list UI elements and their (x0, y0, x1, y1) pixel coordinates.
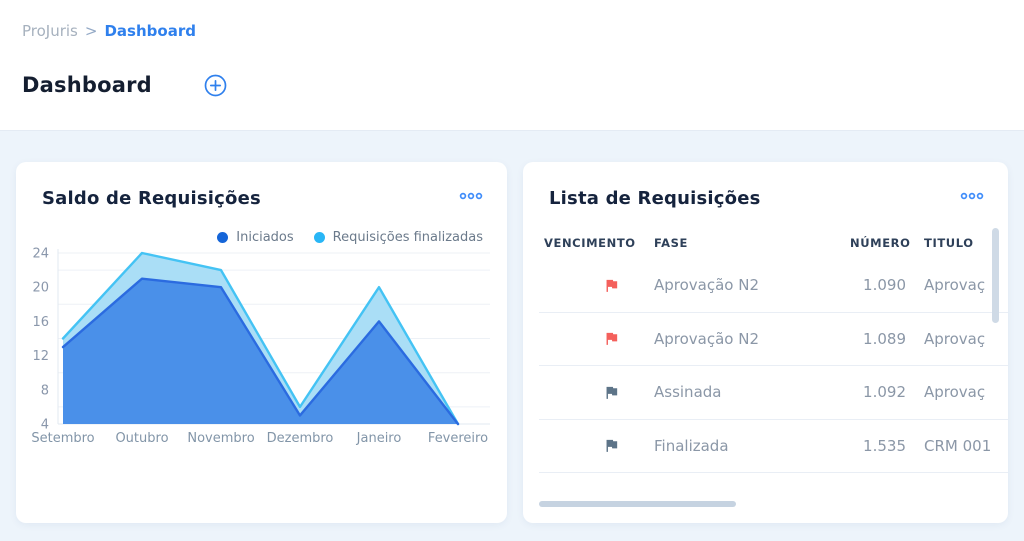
cell-titulo: Aprovaç (924, 329, 986, 348)
cell-titulo: CRM 001 (924, 436, 992, 455)
x-tick-label: Janeiro (356, 431, 402, 446)
page-header: ProJuris > Dashboard Dashboard (0, 0, 1024, 131)
y-tick-label: 24 (32, 247, 49, 262)
breadcrumb-separator-icon: > (84, 22, 98, 40)
cell-fase: Aprovação N2 (654, 329, 760, 348)
table-row[interactable]: Finalizada 1.535 CRM 001 (539, 420, 1008, 473)
breadcrumb-root[interactable]: ProJuris (22, 22, 78, 40)
legend-item[interactable]: Requisições finalizadas (313, 230, 483, 245)
breadcrumb-current[interactable]: Dashboard (104, 22, 195, 40)
flag-icon (603, 384, 620, 401)
x-tick-label: Setembro (31, 431, 94, 446)
chart-card-menu-button[interactable] (457, 188, 485, 204)
table-card-menu-button[interactable] (958, 188, 986, 204)
cell-titulo: Aprovaç (924, 383, 986, 402)
vertical-scrollbar[interactable] (992, 228, 999, 323)
plus-circle-icon (204, 74, 227, 100)
cell-vencimento (544, 277, 654, 294)
y-tick-label: 12 (32, 349, 49, 364)
flag-icon (603, 330, 620, 347)
table-body: Aprovação N2 1.090 Aprovaç Aprovação N2 1.08… (523, 259, 1008, 473)
requests-area-chart: 2420161284Setembro Outubro Novembro Dezembr… (31, 247, 490, 446)
cell-numero: 1.090 (863, 276, 906, 295)
cell-numero: 1.092 (863, 383, 906, 402)
table-row[interactable]: Aprovação N2 1.090 Aprovaç (539, 259, 1008, 313)
x-tick-label: Novembro (187, 431, 254, 446)
x-tick-label: Fevereiro (428, 431, 488, 446)
kebab-menu-icon (960, 188, 984, 203)
table-card: Lista de Requisições VENCIMENTO FASE NÚM… (523, 162, 1008, 523)
kebab-menu-icon (459, 188, 483, 203)
cell-numero: 1.089 (863, 329, 906, 348)
table-row[interactable]: Aprovação N2 1.089 Aprovaç (539, 313, 1008, 366)
chart-card-title: Saldo de Requisições (42, 188, 261, 209)
cell-vencimento (544, 384, 654, 401)
add-dashboard-button[interactable] (204, 74, 227, 97)
x-tick-label: Dezembro (267, 431, 334, 446)
legend-dot-icon (217, 232, 229, 243)
title-row: Dashboard (22, 73, 1024, 97)
flag-icon (603, 437, 620, 454)
table-header-row: VENCIMENTO FASE NÚMERO TITULO (523, 236, 1008, 250)
y-tick-label: 16 (32, 315, 49, 330)
x-tick-label: Outubro (115, 431, 168, 446)
cell-fase: Assinada (654, 383, 722, 402)
cell-vencimento (544, 437, 654, 454)
chart-legend: Iniciados Requisições finalizadas (217, 230, 483, 245)
table-card-title: Lista de Requisições (549, 188, 761, 209)
cell-fase: Finalizada (654, 436, 729, 455)
legend-item[interactable]: Iniciados (217, 230, 294, 245)
content: Saldo de Requisições Iniciados Requisiçõe… (0, 131, 1024, 523)
cell-fase: Aprovação N2 (654, 276, 760, 295)
column-header-fase[interactable]: FASE (654, 236, 850, 250)
page-title: Dashboard (22, 73, 152, 97)
legend-label: Iniciados (236, 230, 294, 245)
breadcrumb: ProJuris > Dashboard (22, 22, 1024, 40)
table-row[interactable]: Assinada 1.092 Aprovaç (539, 366, 1008, 420)
chart-card: Saldo de Requisições Iniciados Requisiçõe… (16, 162, 507, 523)
column-header-vencimento[interactable]: VENCIMENTO (544, 236, 654, 250)
cell-vencimento (544, 330, 654, 347)
flag-icon (603, 277, 620, 294)
legend-label: Requisições finalizadas (332, 230, 483, 245)
column-header-numero[interactable]: NÚMERO (850, 236, 910, 250)
y-tick-label: 8 (41, 383, 49, 398)
cell-numero: 1.535 (863, 436, 906, 455)
y-tick-label: 20 (32, 281, 49, 296)
legend-dot-icon (313, 232, 325, 243)
horizontal-scrollbar[interactable] (539, 501, 736, 507)
